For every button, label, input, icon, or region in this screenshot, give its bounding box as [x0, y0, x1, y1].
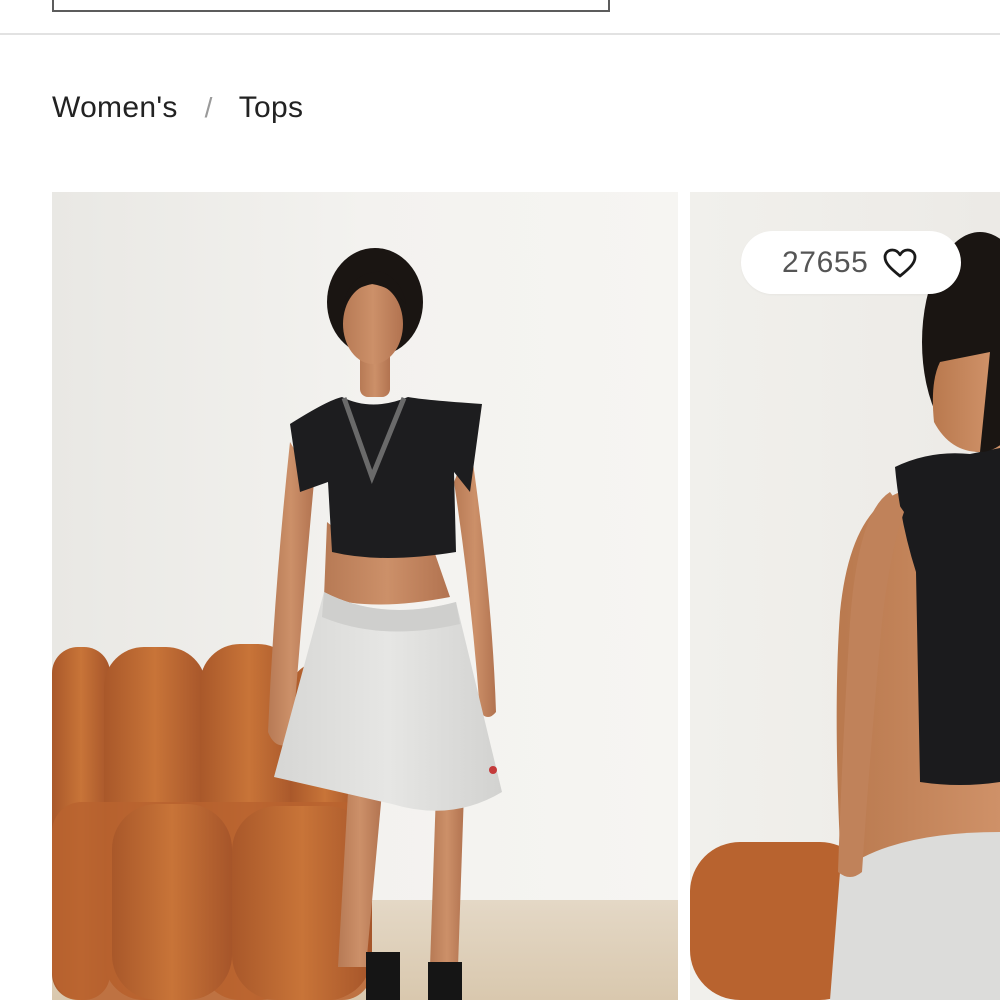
product-image-front[interactable] [52, 192, 678, 1000]
breadcrumb: Women's / Tops [52, 88, 303, 128]
breadcrumb-womens-link[interactable]: Women's [52, 91, 178, 125]
wishlist-count: 27655 [782, 245, 869, 279]
breadcrumb-tops-link[interactable]: Tops [239, 91, 304, 125]
heart-outline-icon [884, 248, 917, 277]
breadcrumb-separator: / [204, 92, 213, 123]
search-input[interactable] [52, 0, 610, 12]
wishlist-button[interactable]: 27655 [741, 231, 961, 294]
header-divider [0, 33, 1000, 35]
product-image-side[interactable] [690, 192, 1000, 1000]
product-image-gallery[interactable] [52, 192, 1000, 1000]
